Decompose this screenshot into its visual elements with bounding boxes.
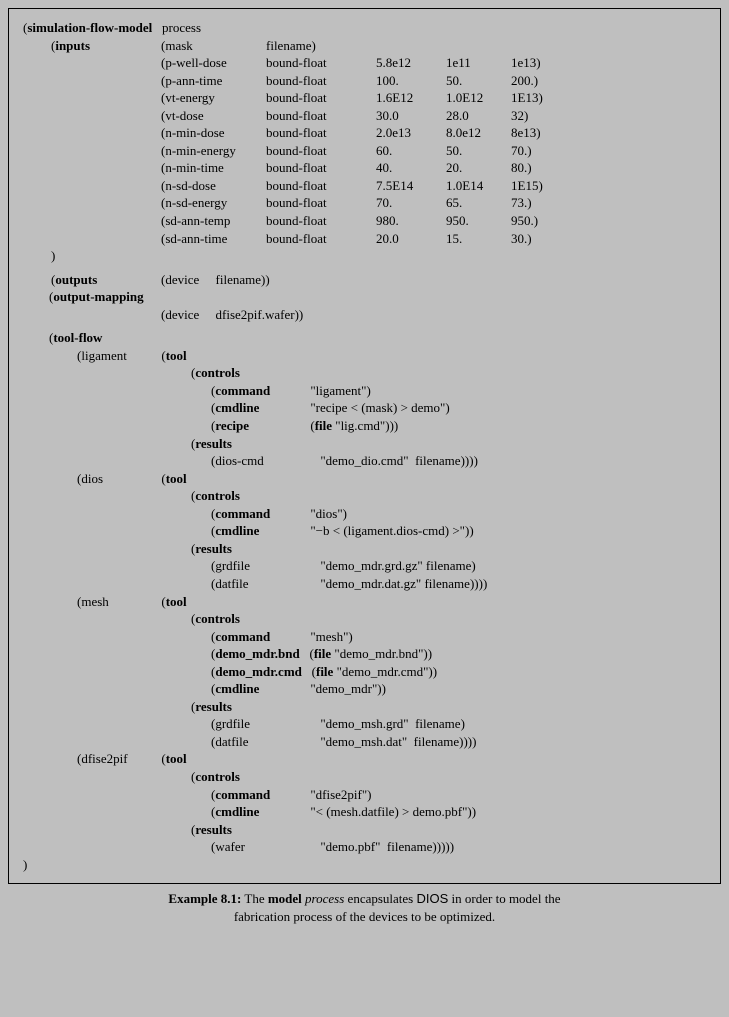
tool-dios: dios (81, 470, 161, 488)
tool-dfise2pif: dfise2pif (81, 750, 161, 768)
code-listing: (simulation-flow-model process (inputs (… (8, 8, 721, 884)
outputs-kw: outputs (55, 272, 97, 287)
tool-ligament: ligament (81, 347, 161, 365)
example-caption: Example 8.1: The model process encapsula… (8, 890, 721, 926)
tool-mesh: mesh (81, 593, 161, 611)
inputs-kw: inputs (55, 38, 90, 53)
input-name: mask (165, 38, 192, 53)
header-line: (simulation-flow-model process (23, 19, 201, 37)
output-mapping-kw: output-mapping (53, 289, 143, 304)
tool-flow-kw: tool-flow (53, 330, 102, 345)
